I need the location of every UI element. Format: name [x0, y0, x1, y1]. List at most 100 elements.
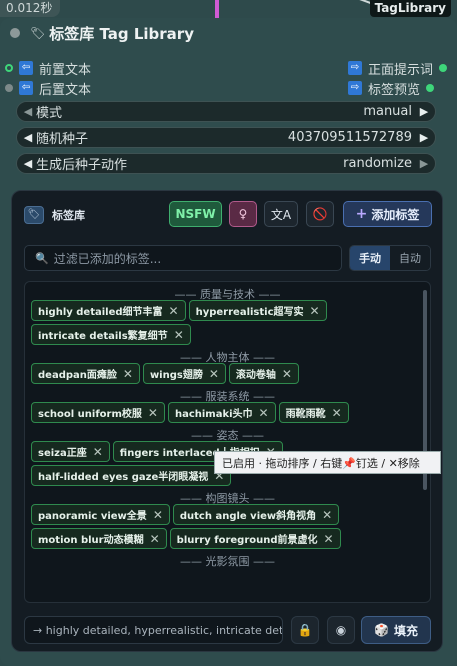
output-socket-icon[interactable]	[426, 84, 435, 92]
tag-chip[interactable]: intricate details繁复细节 ✕	[31, 324, 191, 345]
add-tag-button[interactable]: + 添加标签	[343, 201, 432, 227]
decrement-arrow-icon[interactable]: ◀	[20, 157, 36, 170]
remove-tag-icon[interactable]: ✕	[123, 367, 133, 381]
remove-tag-icon[interactable]: ✕	[322, 508, 332, 522]
remove-tag-icon[interactable]: ✕	[324, 532, 334, 546]
remove-tag-icon[interactable]: ✕	[150, 532, 160, 546]
gender-filter-button[interactable]: ♀	[229, 201, 257, 227]
remove-tag-icon[interactable]: ✕	[332, 406, 342, 420]
tag-chip[interactable]: dutch angle view斜角视角 ✕	[172, 504, 340, 525]
arrow-icon: ⇦	[19, 81, 33, 95]
remove-tag-icon[interactable]: ✕	[282, 367, 292, 381]
tag-chip-label: hyperrealistic超写实	[195, 307, 304, 318]
increment-arrow-icon[interactable]: ▶	[416, 157, 432, 170]
output-slot-positive[interactable]: ⇨ 正面提示词	[348, 58, 448, 78]
input-socket-icon[interactable]	[5, 64, 13, 72]
eye-icon: ◉	[335, 623, 347, 637]
input-label: 前置文本	[39, 62, 92, 78]
remove-tag-icon[interactable]: ✕	[153, 508, 163, 522]
search-placeholder: 过滤已添加的标签...	[53, 251, 162, 266]
tag-chip[interactable]: wings翅膀 ✕	[142, 363, 226, 384]
panel-title: 标签库	[52, 209, 85, 222]
tag-chip-label: motion blur动态模糊	[38, 535, 144, 546]
search-icon: 🔍	[35, 251, 49, 265]
tag-chip[interactable]: hyperrealistic超写实 ✕	[188, 300, 327, 321]
connected-node-label: TagLibrary	[369, 0, 451, 17]
tag-chip[interactable]: panoramic view全景 ✕	[31, 504, 170, 525]
tag-chip-label: half-lidded eyes gaze半闭眼凝视	[38, 472, 209, 483]
tag-chip-label: school uniform校服	[38, 409, 142, 420]
category-header: —— 人物主体 ——	[180, 351, 275, 364]
output-socket-icon[interactable]	[439, 64, 448, 72]
increment-arrow-icon[interactable]: ▶	[416, 105, 432, 118]
category-header: —— 质量与技术 ——	[174, 288, 281, 301]
remove-tag-icon[interactable]: ✕	[310, 304, 320, 318]
tag-chip-label: hachimaki头巾	[174, 409, 253, 420]
tag-row: highly detailed细节丰富 ✕ hyperrealistic超写实 ✕ in…	[25, 300, 430, 345]
tag-chip[interactable]: 滚动卷轴 ✕	[228, 363, 299, 384]
tag-chip-label: dutch angle view斜角视角	[179, 511, 317, 522]
node-title: 标签库 Tag Library	[49, 24, 194, 43]
output-label: 正面提示词	[368, 62, 434, 78]
panel-header: 🏷 标签库	[24, 203, 85, 227]
tag-chip[interactable]: motion blur动态模糊 ✕	[31, 528, 167, 549]
connection-wire	[215, 0, 219, 18]
exec-timer: 0.012秒	[0, 0, 60, 17]
preview-toggle-button[interactable]: ◉	[327, 616, 355, 644]
tag-chip[interactable]: blurry foreground前景虚化 ✕	[169, 528, 341, 549]
widget-label: 模式	[36, 106, 63, 121]
node-header[interactable]: 🏷 标签库 Tag Library	[0, 18, 457, 48]
remove-tag-icon[interactable]: ✕	[169, 304, 179, 318]
input-label: 后置文本	[39, 82, 92, 98]
fill-button[interactable]: 🎲 填充	[361, 616, 431, 644]
seed-widget[interactable]: ◀ 随机种子 403709511572789 ▶	[16, 127, 436, 148]
tag-row: deadpan面瘫脸 ✕ wings翅膀 ✕ 滚动卷轴 ✕	[25, 363, 430, 384]
tag-chip[interactable]: half-lidded eyes gaze半闭眼凝视 ✕	[31, 465, 232, 486]
input-slot-suffix[interactable]: ⇦ 后置文本	[5, 78, 91, 98]
remove-tag-icon[interactable]: ✕	[259, 406, 269, 420]
mode-widget[interactable]: ◀ 模式 manual ▶	[16, 101, 436, 122]
nsfw-toggle-button[interactable]: NSFW	[169, 201, 222, 227]
remove-tag-icon[interactable]: ✕	[209, 367, 219, 381]
decrement-arrow-icon[interactable]: ◀	[20, 131, 36, 144]
translate-button[interactable]: 文A	[264, 201, 298, 227]
output-label: 标签预览	[368, 82, 421, 98]
tag-chip-label: 滚动卷轴	[235, 370, 276, 381]
input-socket-icon[interactable]	[5, 84, 13, 92]
remove-tag-icon[interactable]: ✕	[174, 328, 184, 342]
lock-button[interactable]: 🔒	[291, 616, 319, 644]
clear-button[interactable]: 🚫	[306, 201, 334, 227]
category-header: —— 姿态 ——	[191, 429, 264, 442]
tag-library-panel: 🏷 标签库 NSFW ♀ 文A 🚫 + 添加标签 🔍 过滤已添加的标签... 手…	[11, 190, 443, 652]
widget-value: 403709511572789	[287, 130, 412, 145]
category-header: —— 构图镜头 ——	[180, 492, 275, 505]
tag-chip[interactable]: seiza正座 ✕	[31, 441, 110, 462]
seed-action-widget[interactable]: ◀ 生成后种子动作 randomize ▶	[16, 153, 436, 174]
mode-segment: 手动 自动	[349, 245, 431, 271]
output-slot-preview[interactable]: ⇨ 标签预览	[348, 78, 435, 98]
tag-chip[interactable]: deadpan面瘫脸 ✕	[31, 363, 140, 384]
tag-chip-label: intricate details繁复细节	[38, 331, 168, 342]
input-slot-prefix[interactable]: ⇦ 前置文本	[5, 58, 91, 78]
tag-chip-label: 雨靴雨靴	[285, 409, 326, 420]
decrement-arrow-icon[interactable]: ◀	[20, 105, 36, 118]
lock-icon: 🔒	[297, 623, 313, 637]
tag-chip[interactable]: hachimaki头巾 ✕	[167, 402, 276, 423]
increment-arrow-icon[interactable]: ▶	[416, 131, 432, 144]
tag-library-icon: 🏷	[24, 206, 44, 224]
tag-filter-input[interactable]: 🔍 过滤已添加的标签...	[24, 245, 342, 271]
tag-chip[interactable]: school uniform校服 ✕	[31, 402, 165, 423]
remove-tag-icon[interactable]: ✕	[148, 406, 158, 420]
output-preview: → highly detailed, hyperrealistic, intri…	[24, 616, 283, 644]
remove-tag-icon[interactable]: ✕	[93, 445, 103, 459]
mode-manual-tab[interactable]: 手动	[350, 246, 390, 270]
tag-chip-label: panoramic view全景	[38, 511, 147, 522]
collapse-dot-icon[interactable]	[10, 28, 20, 38]
tag-chip[interactable]: 雨靴雨靴 ✕	[278, 402, 349, 423]
mode-auto-tab[interactable]: 自动	[390, 246, 430, 270]
tag-chip[interactable]: highly detailed细节丰富 ✕	[31, 300, 186, 321]
category-header: —— 服装系统 ——	[180, 390, 275, 403]
dice-icon: 🎲	[374, 623, 389, 637]
fill-label: 填充	[393, 623, 418, 638]
widget-label: 随机种子	[36, 132, 89, 147]
